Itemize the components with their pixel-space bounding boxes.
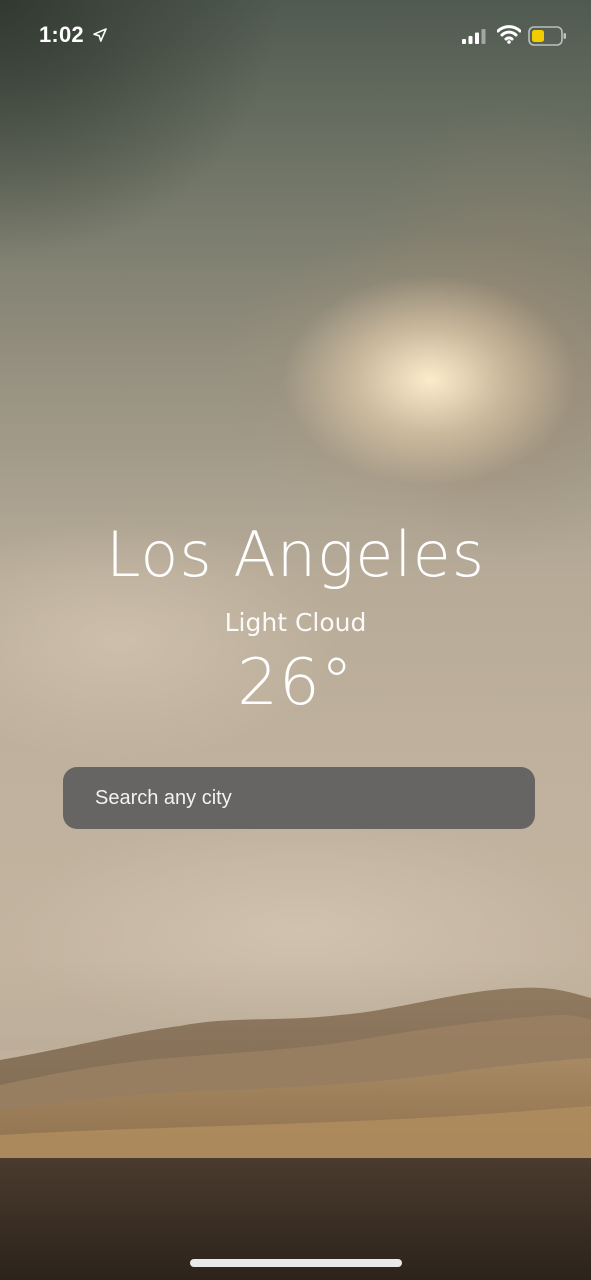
cellular-signal-icon xyxy=(462,28,488,48)
home-indicator[interactable] xyxy=(190,1259,402,1267)
weather-summary: Los Angeles Light Cloud 26° xyxy=(0,510,591,720)
temperature: 26° xyxy=(237,646,354,720)
battery-icon xyxy=(528,26,568,50)
status-bar: 1:02 xyxy=(0,0,591,80)
weather-condition: Light Cloud xyxy=(224,608,367,637)
city-name: Los Angeles xyxy=(105,518,486,591)
desert-dunes-background xyxy=(0,960,591,1280)
wifi-icon xyxy=(496,24,522,48)
location-arrow-icon xyxy=(93,27,107,46)
weather-app-screen: 1:02 Los Angeles Light Cloud 26° Search … xyxy=(0,0,591,1280)
status-time: 1:02 xyxy=(39,22,84,47)
city-search-input[interactable] xyxy=(63,767,535,829)
